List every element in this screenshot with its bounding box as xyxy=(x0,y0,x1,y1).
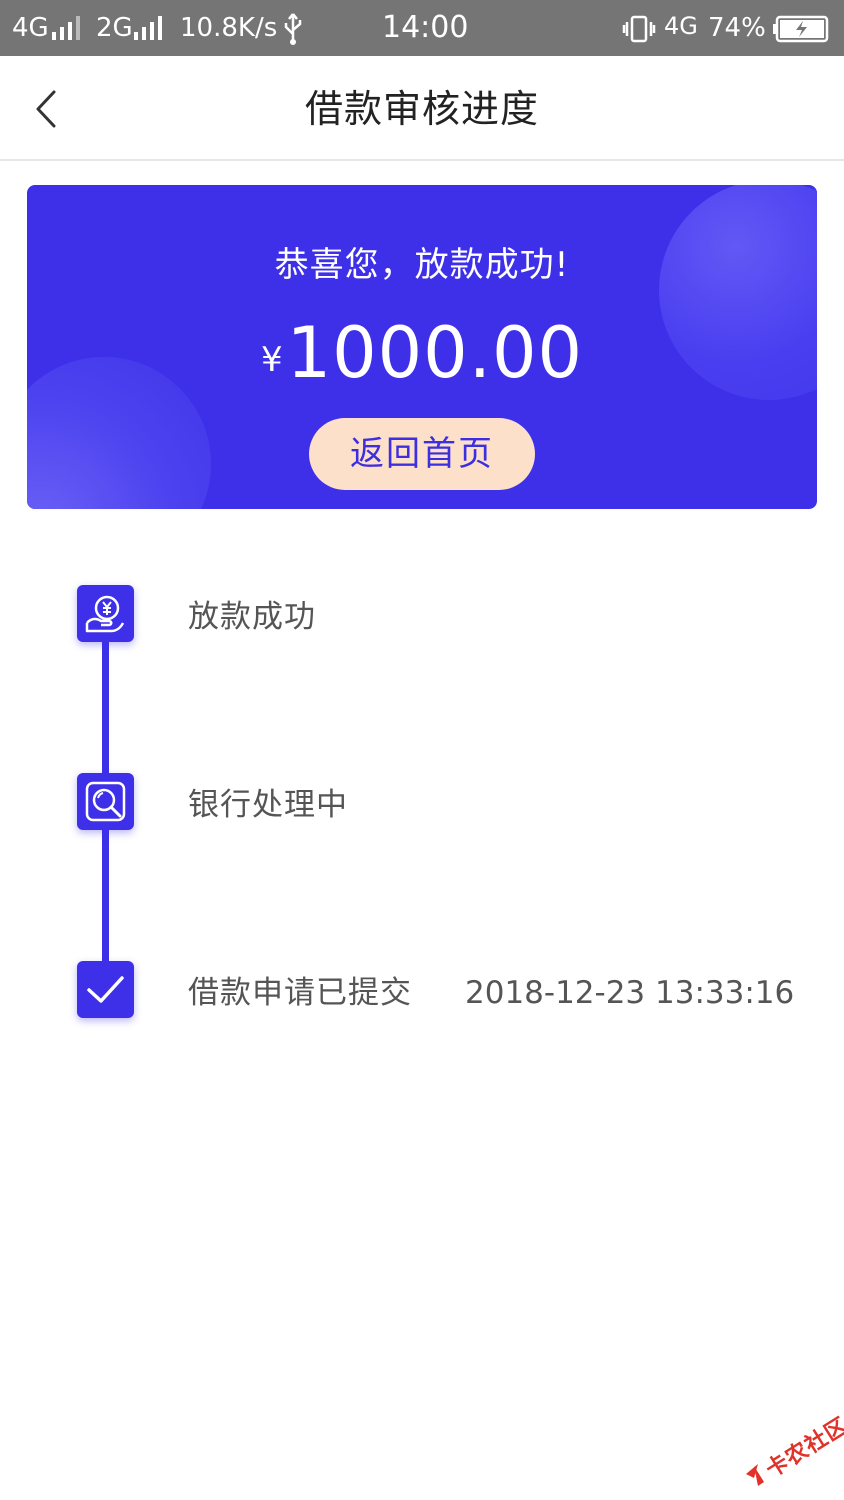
usb-icon xyxy=(282,12,304,50)
loan-result-banner: 恭喜您，放款成功! ¥1000.00 返回首页 xyxy=(27,185,817,509)
money-hand-icon xyxy=(77,585,134,642)
network-type-1: 4G xyxy=(12,13,49,43)
watermark-logo: 卡农社区 xyxy=(740,1408,844,1492)
battery-percent: 74% xyxy=(708,13,766,43)
congrats-message: 恭喜您，放款成功! xyxy=(274,245,570,285)
search-icon xyxy=(77,773,134,830)
loan-amount: ¥1000.00 xyxy=(27,313,817,393)
step-label-disbursed: 放款成功 xyxy=(188,599,316,635)
page-title: 借款审核进度 xyxy=(304,87,539,131)
currency-symbol: ¥ xyxy=(260,340,283,380)
signal-icon-1 xyxy=(52,16,82,40)
return-home-button[interactable]: 返回首页 xyxy=(309,418,535,490)
amount-value: 1000.00 xyxy=(286,312,584,394)
step-label-bank-processing: 银行处理中 xyxy=(188,787,348,823)
vibrate-icon xyxy=(622,14,656,48)
battery-icon xyxy=(772,15,830,47)
network-type-2: 2G xyxy=(96,13,133,43)
check-icon xyxy=(77,961,134,1018)
network-type-3: 4G xyxy=(664,12,698,40)
step-label-submitted: 借款申请已提交 xyxy=(188,975,412,1011)
network-speed: 10.8K/s xyxy=(180,13,278,43)
status-bar: 4G 2G 10.8K/s 14:00 4G 74% xyxy=(0,0,844,56)
clock: 14:00 xyxy=(382,10,469,45)
nav-bar: 借款审核进度 xyxy=(0,56,844,161)
signal-icon-2 xyxy=(134,16,164,40)
step-time-submitted: 2018-12-23 13:33:16 xyxy=(465,975,795,1011)
